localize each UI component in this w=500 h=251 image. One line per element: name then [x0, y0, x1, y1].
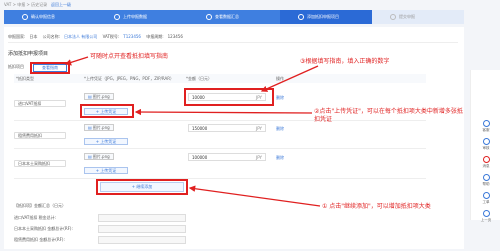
arrow-guide — [64, 56, 89, 66]
sidebar-label: 帮助 — [482, 182, 490, 186]
sidebar-label: 消息 — [482, 164, 490, 168]
sidebar-item-ticket[interactable]: 工单 — [471, 192, 500, 205]
annotation-arrows — [64, 56, 321, 207]
sidebar-item-help[interactable]: 帮助 — [471, 174, 500, 187]
message-icon — [482, 156, 490, 163]
sidebar-label: 工单 — [482, 200, 490, 204]
sidebar-item-service[interactable]: 客服 — [471, 120, 500, 133]
annotation-guide: 可随时点开查看抵扣填写指南 — [90, 53, 169, 60]
annotation-add: ① 点击"继续添加"，可以增加抵扣项大类 — [322, 203, 431, 210]
headset-icon — [482, 120, 490, 127]
document-icon — [482, 138, 490, 145]
sidebar-label: 客服 — [482, 128, 490, 132]
annotation-upload: ②点击"上传凭证"，可以在每个抵扣项大类中新增多张抵扣凭证 — [314, 108, 463, 123]
sidebar-item-review[interactable]: 审核 — [471, 138, 500, 151]
sidebar-item-back-top[interactable]: 上一页 — [471, 210, 500, 223]
arrow-up-icon — [482, 210, 490, 217]
sidebar-label: 上一页 — [480, 218, 492, 222]
sidebar-label: 审核 — [482, 146, 490, 150]
ticket-icon — [482, 192, 490, 199]
arrow-add — [188, 185, 321, 207]
help-icon — [482, 174, 490, 181]
right-sidebar: 客服 审核 消息 帮助 工单 上一页 — [470, 70, 500, 223]
arrow-upload — [134, 108, 313, 116]
sidebar-item-messages[interactable]: 消息 — [471, 156, 500, 169]
annotation-amount: ③根据填写指南，填入正确的数字 — [300, 58, 390, 65]
arrow-amount — [260, 65, 319, 92]
